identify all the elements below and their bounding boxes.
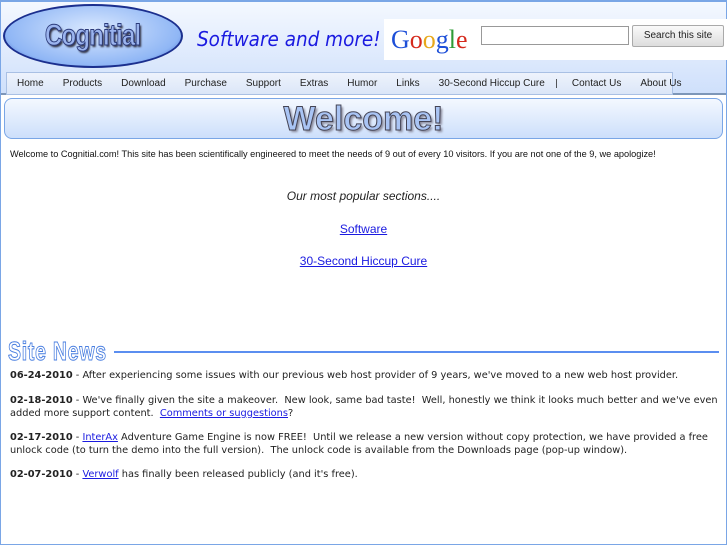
- news-divider: [114, 351, 719, 353]
- news-text: After experiencing some issues with our …: [82, 370, 679, 381]
- logo-text: Cognitial: [45, 19, 142, 53]
- nav-purchase[interactable]: Purchase: [185, 78, 227, 89]
- site-news-heading: Site News: [8, 336, 107, 367]
- welcome-banner: Welcome!: [4, 98, 723, 139]
- cognitial-logo[interactable]: Cognitial: [3, 4, 183, 68]
- search-button[interactable]: Search this site: [632, 25, 724, 47]
- nav-extras[interactable]: Extras: [300, 78, 328, 89]
- software-link[interactable]: Software: [340, 222, 387, 236]
- nav-contact-us[interactable]: Contact Us: [572, 78, 621, 89]
- news-sep: -: [72, 469, 83, 480]
- nav-humor[interactable]: Humor: [347, 78, 377, 89]
- google-logo: Google: [391, 25, 468, 54]
- nav-home[interactable]: Home: [17, 78, 44, 89]
- nav-support[interactable]: Support: [246, 78, 281, 89]
- interax-link[interactable]: InterAx: [82, 432, 118, 443]
- news-text: has finally been released publicly (and …: [118, 469, 358, 480]
- news-date: 02-17-2010: [10, 432, 73, 443]
- news-item: 02-07-2010 - Verwolf has finally been re…: [10, 469, 720, 482]
- news-date: 02-07-2010: [10, 469, 73, 480]
- verwolf-link[interactable]: Verwolf: [82, 469, 118, 480]
- popular-heading: Our most popular sections....: [286, 189, 441, 203]
- search-input[interactable]: [481, 26, 629, 45]
- nav-bar: Home Products Download Purchase Support …: [6, 72, 681, 95]
- google-search-box: Google Search this site: [384, 19, 727, 60]
- news-sep: -: [72, 432, 83, 443]
- news-date: 02-18-2010: [10, 395, 73, 406]
- tagline: Software and more!: [197, 27, 381, 51]
- news-sep: -: [72, 395, 83, 406]
- nav-about-us[interactable]: About Us: [640, 78, 681, 89]
- nav-products[interactable]: Products: [63, 78, 102, 89]
- welcome-title: Welcome!: [283, 100, 444, 139]
- nav-separator: |: [554, 78, 558, 89]
- news-date: 06-24-2010: [10, 370, 73, 381]
- nav-hiccup-cure[interactable]: 30-Second Hiccup Cure: [439, 78, 545, 89]
- news-text: ?: [287, 407, 294, 419]
- nav-download[interactable]: Download: [121, 78, 165, 89]
- news-sep: -: [72, 370, 83, 381]
- header: Cognitial Software and more! Google Sear…: [1, 2, 727, 95]
- intro-text: Welcome to Cognitial.com! This site has …: [10, 149, 656, 159]
- news-text: We've finally given the site a makeover.…: [10, 395, 721, 419]
- nav-links[interactable]: Links: [396, 78, 419, 89]
- news-item: 02-17-2010 - InterAx Adventure Game Engi…: [10, 432, 720, 457]
- comments-link[interactable]: Comments or suggestions: [160, 408, 288, 419]
- hiccup-cure-link[interactable]: 30-Second Hiccup Cure: [300, 254, 427, 268]
- news-item: 06-24-2010 - After experiencing some iss…: [10, 370, 720, 383]
- news-item: 02-18-2010 - We've finally given the sit…: [10, 395, 720, 420]
